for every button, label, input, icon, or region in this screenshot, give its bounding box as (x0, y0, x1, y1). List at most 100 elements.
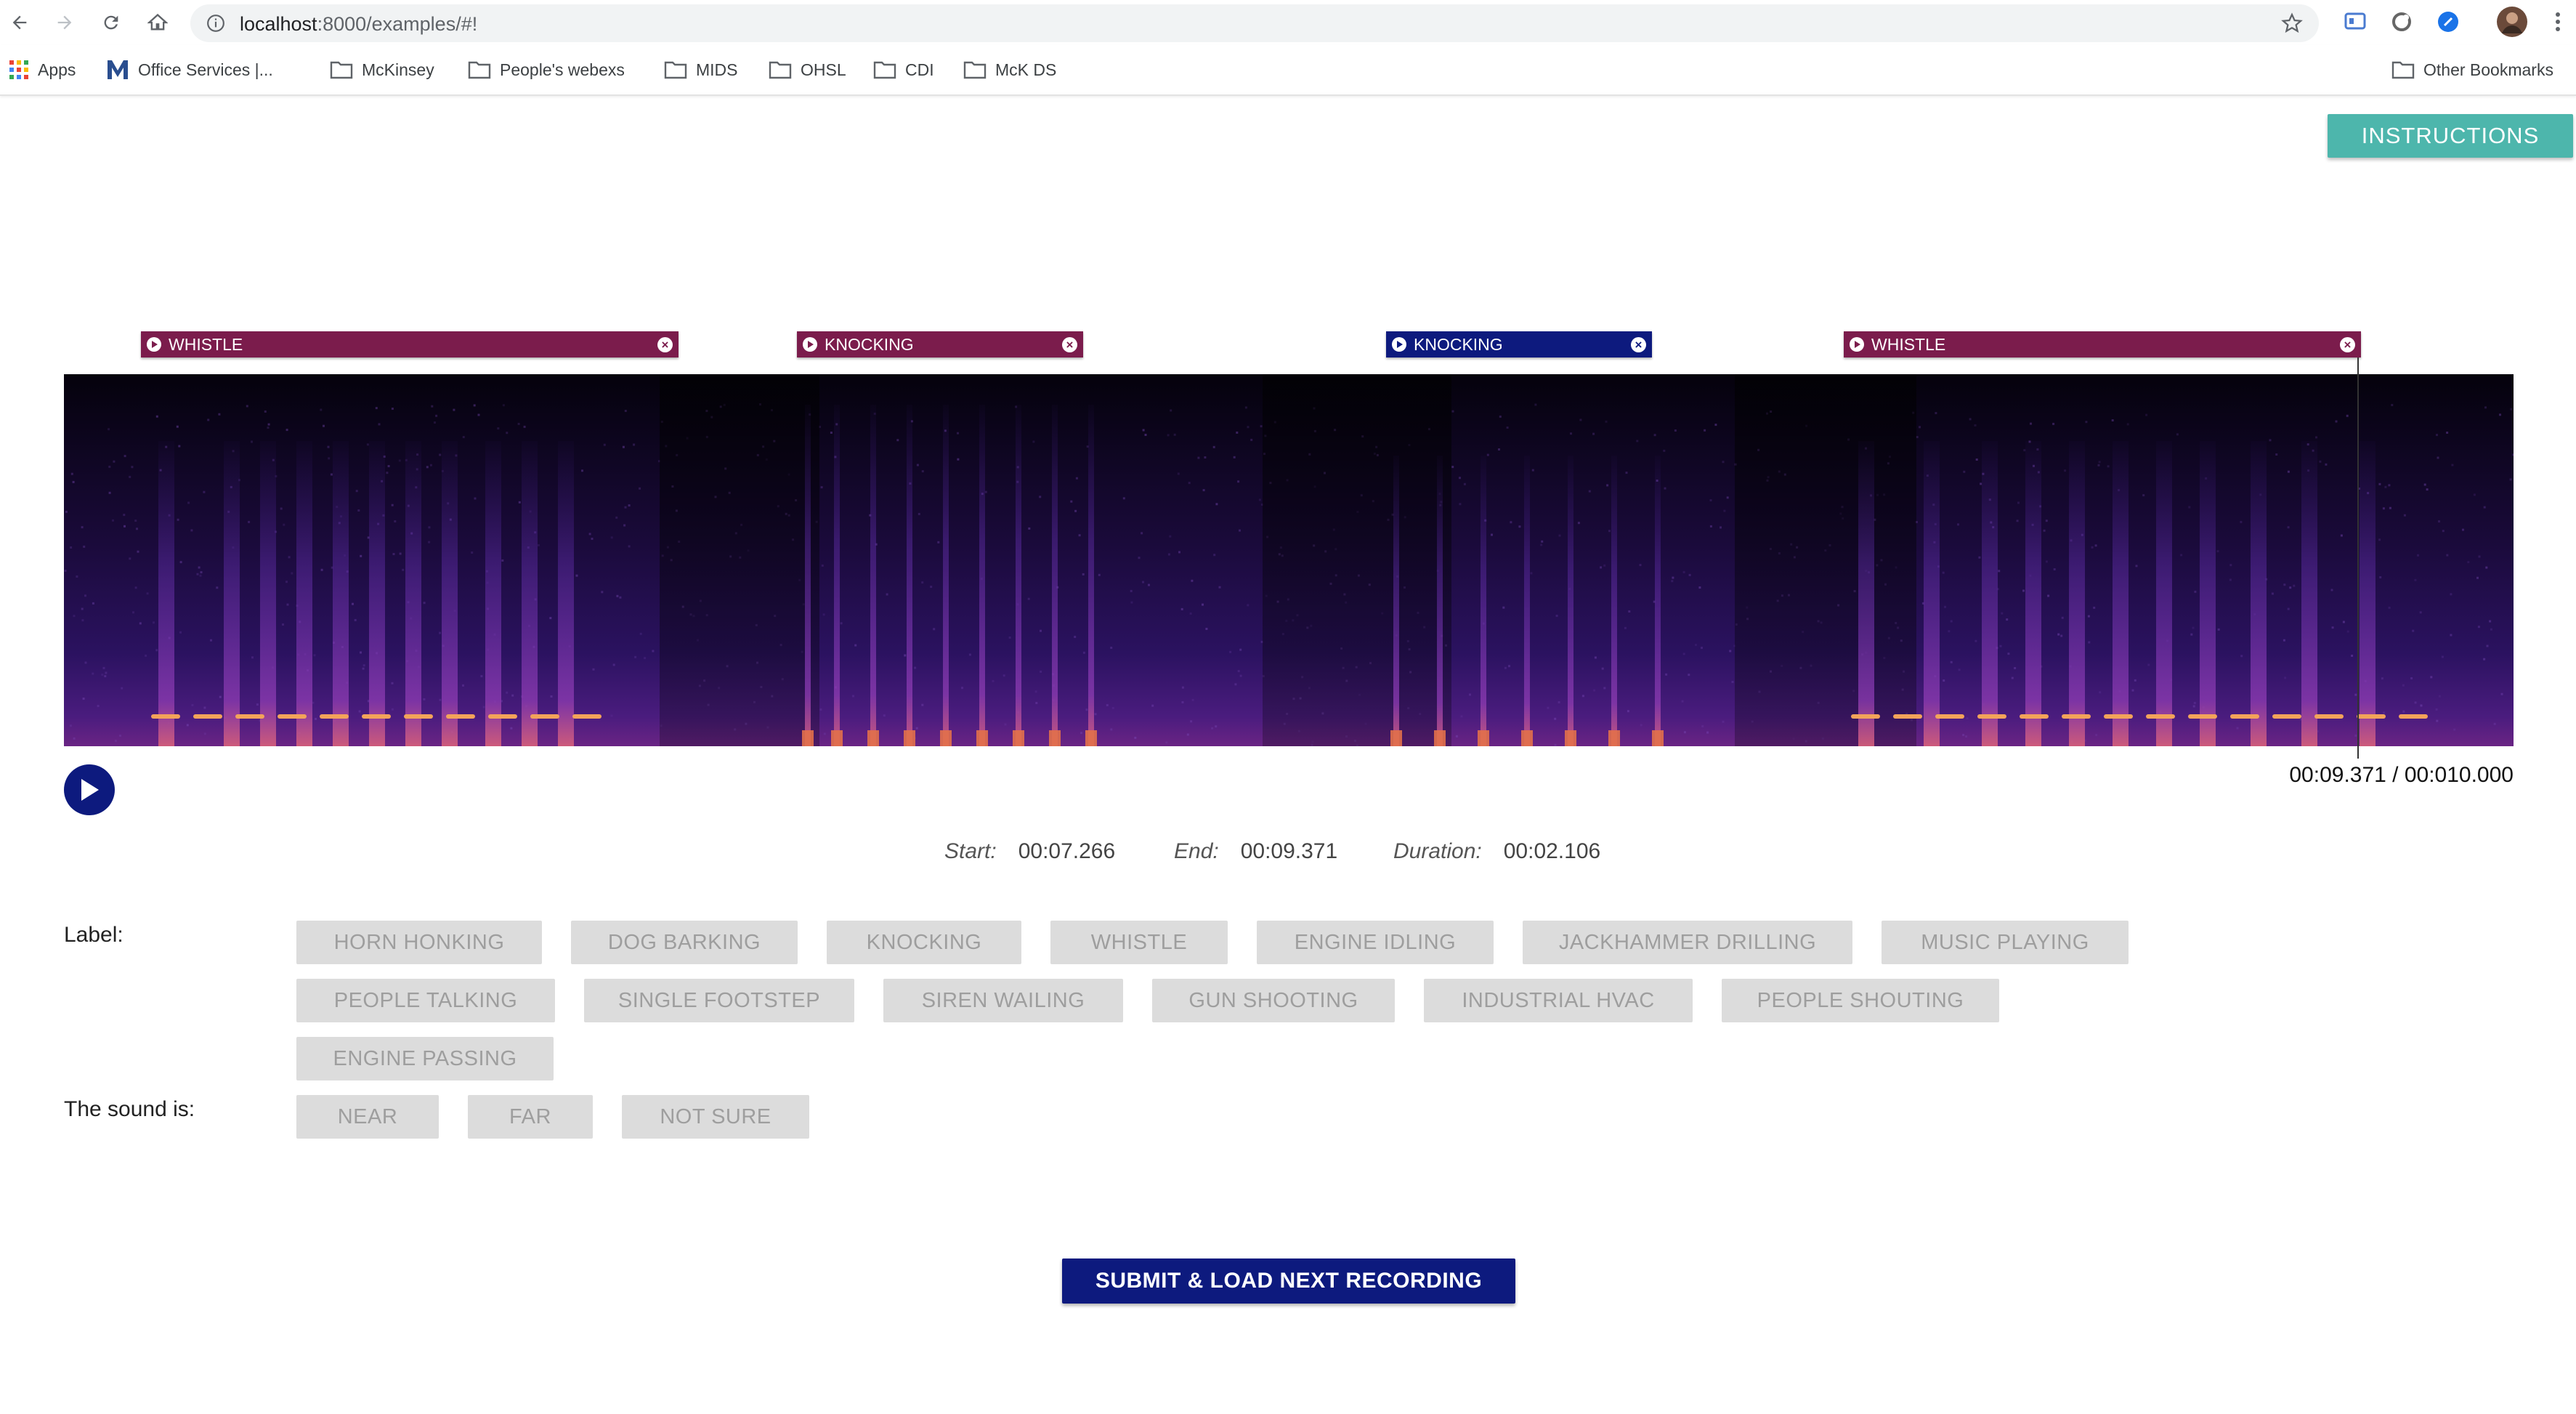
spectrogram-speckle (1603, 564, 1606, 567)
spectrogram-speckle (1540, 544, 1543, 546)
spectrogram-tone (404, 714, 433, 719)
spectrogram-speckle (280, 507, 283, 510)
spectrogram-speckle (854, 644, 857, 647)
bookmark-ohsl[interactable]: OHSL (769, 57, 846, 83)
spectrogram-speckle (2180, 554, 2183, 557)
region-close-icon[interactable]: × (2340, 337, 2355, 352)
spectrogram-speckle (83, 545, 86, 548)
reload-button[interactable] (93, 4, 129, 41)
bookmark-mids[interactable]: MIDS (664, 57, 738, 83)
spectrogram-speckle (2052, 422, 2055, 425)
address-bar[interactable]: localhost:8000/examples/#! (190, 4, 2319, 42)
forward-button[interactable] (46, 4, 83, 41)
bookmark-label: Other Bookmarks (2423, 60, 2553, 79)
spectrogram-speckle (1731, 681, 1734, 683)
label-chip-horn-honking[interactable]: HORN HONKING (296, 921, 542, 964)
spectrogram-speckle (830, 432, 833, 434)
bookmark-cdi[interactable]: CDI (873, 57, 934, 83)
label-chip-industrial-hvac[interactable]: INDUSTRIAL HVAC (1424, 979, 1693, 1022)
proximity-chip-near[interactable]: NEAR (296, 1095, 439, 1139)
spectrogram-speckle (624, 410, 627, 412)
extension-link-icon[interactable] (2434, 7, 2463, 36)
spectrogram-speckle (639, 632, 642, 635)
spectrogram-speckle (123, 514, 126, 517)
spectrogram-speckle (2342, 621, 2345, 623)
region-play-icon[interactable] (803, 337, 817, 352)
spectrogram-speckle (886, 593, 888, 596)
label-chip-dog-barking[interactable]: DOG BARKING (571, 921, 798, 964)
bookmark-mckinsey[interactable]: McKinsey (330, 57, 434, 83)
spectrogram-onset-column (1481, 456, 1486, 746)
region-tag-whistle-2[interactable]: WHISTLE × (1844, 331, 2361, 357)
extension-screen-icon[interactable] (2341, 7, 2370, 36)
spectrogram-speckle (1173, 433, 1176, 436)
region-close-icon[interactable]: × (1062, 337, 1077, 352)
spectrogram-speckle (592, 668, 595, 671)
spectrogram-image (64, 374, 2514, 746)
instructions-button[interactable]: INSTRUCTIONS (2328, 114, 2573, 158)
label-chip-people-talking[interactable]: PEOPLE TALKING (296, 979, 555, 1022)
region-close-icon[interactable]: × (657, 337, 673, 352)
label-chip-whistle[interactable]: WHISTLE (1050, 921, 1228, 964)
submit-next-button[interactable]: SUBMIT & LOAD NEXT RECORDING (1062, 1259, 1515, 1304)
spectrogram[interactable] (64, 374, 2514, 746)
info-icon[interactable] (206, 14, 225, 33)
region-play-icon[interactable] (1850, 337, 1864, 352)
spectrogram-speckle (2283, 639, 2285, 642)
spectrogram-speckle (2023, 449, 2026, 452)
spectrogram-speckle (1624, 626, 1627, 629)
label-chip-knocking[interactable]: KNOCKING (827, 921, 1021, 964)
spectrogram-speckle (1664, 487, 1666, 490)
duration-value: 00:02.106 (1503, 839, 1601, 863)
label-chip-engine-passing[interactable]: ENGINE PASSING (296, 1037, 554, 1080)
spectrogram-speckle (462, 684, 464, 687)
spectrogram-speckle (2489, 620, 2492, 623)
extension-sync-icon[interactable] (2387, 7, 2416, 36)
spectrogram-speckle (129, 475, 131, 478)
spectrogram-speckle (1032, 440, 1035, 443)
region-tag-knocking-1[interactable]: KNOCKING × (797, 331, 1083, 357)
back-button[interactable] (1, 4, 38, 41)
spectrogram-speckle (1040, 670, 1042, 673)
bookmark-other[interactable]: Other Bookmarks (2391, 57, 2553, 83)
region-play-icon[interactable] (147, 337, 161, 352)
spectrogram-speckle (426, 466, 429, 469)
label-chip-music-playing[interactable]: MUSIC PLAYING (1882, 921, 2129, 964)
label-chip-single-footstep[interactable]: SINGLE FOOTSTEP (584, 979, 854, 1022)
star-icon[interactable] (2281, 12, 2303, 34)
region-tag-knocking-2[interactable]: KNOCKING × (1386, 331, 1652, 357)
region-close-icon[interactable]: × (1631, 337, 1646, 352)
bookmark-mck-ds[interactable]: McK DS (963, 57, 1056, 83)
spectrogram-speckle (113, 460, 116, 463)
label-chip-engine-idling[interactable]: ENGINE IDLING (1257, 921, 1494, 964)
proximity-chip-far[interactable]: FAR (468, 1095, 593, 1139)
bookmark-apps[interactable]: Apps (9, 57, 76, 83)
menu-kebab-icon[interactable] (2547, 7, 2569, 36)
spectrogram-speckle (1239, 529, 1241, 532)
bookmark-office-services[interactable]: Office Services |... (106, 57, 273, 83)
region-tag-whistle-1[interactable]: WHISTLE × (141, 331, 679, 357)
spectrogram-speckle (615, 516, 618, 519)
spectrogram-knock-base (1390, 730, 1402, 746)
spectrogram-speckle (1963, 470, 1966, 473)
spectrogram-speckle (984, 490, 987, 493)
spectrogram-speckle (937, 541, 940, 544)
play-button[interactable] (64, 764, 115, 815)
spectrogram-speckle (2402, 710, 2405, 713)
spectrogram-speckle (2289, 586, 2292, 589)
proximity-chip-not-sure[interactable]: NOT SURE (622, 1095, 809, 1139)
label-chip-people-shouting[interactable]: PEOPLE SHOUTING (1722, 979, 1999, 1022)
spectrogram-speckle (1681, 700, 1684, 703)
label-chip-gun-shooting[interactable]: GUN SHOOTING (1152, 979, 1395, 1022)
spectrogram-speckle (1189, 612, 1192, 615)
label-chip-siren-wailing[interactable]: SIREN WAILING (883, 979, 1123, 1022)
region-play-icon[interactable] (1392, 337, 1406, 352)
profile-avatar[interactable] (2495, 4, 2530, 39)
spectrogram-speckle (921, 703, 924, 706)
spectrogram-speckle (2098, 461, 2101, 464)
home-button[interactable] (139, 4, 176, 41)
label-chip-jackhammer-drilling[interactable]: JACKHAMMER DRILLING (1523, 921, 1852, 964)
playback-cursor[interactable] (2357, 357, 2359, 759)
spectrogram-speckle (482, 706, 485, 708)
bookmark-peoples-webexs[interactable]: People's webexs (468, 57, 625, 83)
